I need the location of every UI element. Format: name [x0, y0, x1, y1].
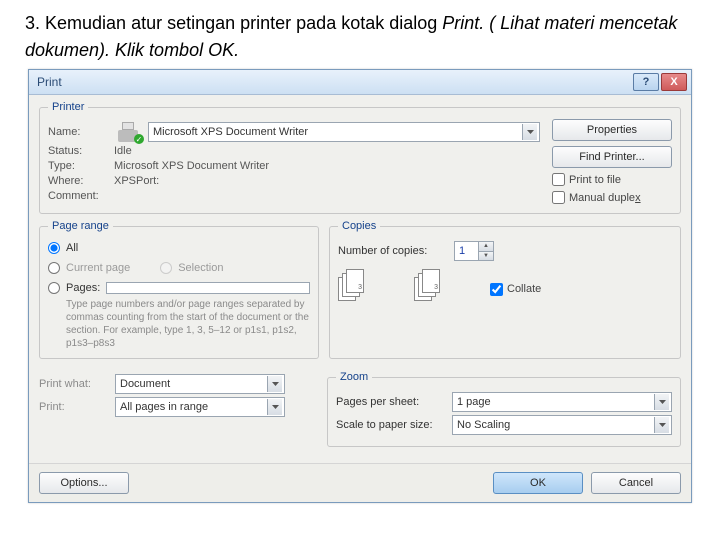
- copies-legend: Copies: [338, 220, 380, 232]
- radio-selection[interactable]: Selection: [160, 262, 223, 274]
- type-value: Microsoft XPS Document Writer: [114, 160, 269, 172]
- collate-icon: 1 2 3: [414, 269, 474, 309]
- zoom-legend: Zoom: [336, 371, 372, 383]
- radio-all[interactable]: All: [48, 242, 310, 254]
- collate-icon: 1 2 3: [338, 269, 398, 309]
- num-copies-spinner[interactable]: 1 ▲▼: [454, 241, 494, 261]
- dialog-title: Print: [33, 75, 631, 89]
- printer-group: Printer Name: ✓ Microsoft XPS Document W…: [39, 101, 681, 214]
- ok-button[interactable]: OK: [493, 472, 583, 494]
- radio-pages[interactable]: Pages:: [48, 282, 310, 294]
- pages-help: Type page numbers and/or page ranges sep…: [48, 298, 310, 350]
- properties-button[interactable]: Properties: [552, 119, 672, 141]
- copies-group: Copies Number of copies: 1 ▲▼ 1 2 3: [329, 220, 681, 359]
- comment-label: Comment:: [48, 190, 108, 202]
- chevron-down-icon: [654, 417, 669, 433]
- status-value: Idle: [114, 145, 132, 157]
- print-combo[interactable]: All pages in range: [115, 397, 285, 417]
- scale-label: Scale to paper size:: [336, 419, 446, 431]
- help-button[interactable]: ?: [633, 73, 659, 91]
- status-label: Status:: [48, 145, 108, 157]
- zoom-group: Zoom Pages per sheet: 1 page Scale to pa…: [327, 371, 681, 447]
- chevron-down-icon: [654, 394, 669, 410]
- where-label: Where:: [48, 175, 108, 187]
- pages-input[interactable]: [106, 282, 310, 294]
- where-value: XPSPort:: [114, 175, 159, 187]
- dialog-footer: Options... OK Cancel: [29, 463, 691, 502]
- num-copies-label: Number of copies:: [338, 245, 448, 257]
- close-button[interactable]: X: [661, 73, 687, 91]
- options-button[interactable]: Options...: [39, 472, 129, 494]
- type-label: Type:: [48, 160, 108, 172]
- cancel-button[interactable]: Cancel: [591, 472, 681, 494]
- instruction-text: 3. Kemudian atur setingan printer pada k…: [0, 0, 720, 69]
- pps-label: Pages per sheet:: [336, 396, 446, 408]
- print-label: Print:: [39, 401, 109, 413]
- printer-legend: Printer: [48, 101, 88, 113]
- printer-icon: ✓: [114, 122, 142, 142]
- name-label: Name:: [48, 126, 108, 138]
- print-to-file-check[interactable]: Print to file: [552, 173, 672, 186]
- chevron-down-icon: [522, 124, 537, 140]
- print-what-combo[interactable]: Document: [115, 374, 285, 394]
- scale-combo[interactable]: No Scaling: [452, 415, 672, 435]
- print-what-label: Print what:: [39, 378, 109, 390]
- collate-check[interactable]: Collate: [490, 283, 541, 296]
- page-range-legend: Page range: [48, 220, 113, 232]
- titlebar: Print ? X: [29, 70, 691, 95]
- chevron-down-icon: [267, 376, 282, 392]
- radio-current[interactable]: Current page: [48, 262, 130, 274]
- find-printer-button[interactable]: Find Printer...: [552, 146, 672, 168]
- chevron-down-icon: [267, 399, 282, 415]
- print-dialog: Print ? X Printer Name: ✓ Microsoft XPS …: [28, 69, 692, 503]
- printer-name-combo[interactable]: Microsoft XPS Document Writer: [148, 122, 540, 142]
- page-range-group: Page range All Current page Selection Pa…: [39, 220, 319, 359]
- manual-duplex-check[interactable]: Manual duplex: [552, 191, 672, 204]
- pps-combo[interactable]: 1 page: [452, 392, 672, 412]
